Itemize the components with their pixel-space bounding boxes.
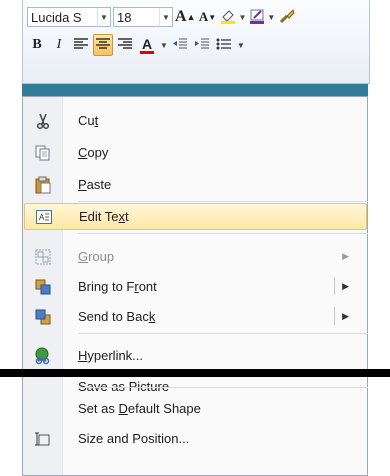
menu-item-group[interactable]: Group ▶ bbox=[24, 243, 367, 270]
bold-button[interactable]: B bbox=[27, 34, 47, 56]
font-size-value: 18 bbox=[117, 9, 132, 25]
context-menu: Cut Copy Paste A Edit Text Group ▶ Bring… bbox=[22, 96, 368, 476]
clipboard-icon bbox=[24, 176, 62, 194]
bring-to-front-icon bbox=[24, 279, 62, 295]
menu-item-hyperlink[interactable]: Hyperlink... bbox=[24, 342, 367, 369]
menu-item-set-default-shape[interactable]: Set as Default Shape bbox=[24, 395, 367, 422]
send-to-back-icon bbox=[24, 309, 62, 325]
grow-font-icon: A bbox=[175, 8, 187, 25]
decrease-indent-icon bbox=[172, 37, 188, 54]
menu-separator bbox=[78, 201, 368, 202]
paintbrush-icon bbox=[278, 7, 296, 28]
font-name-value: Lucida S bbox=[31, 9, 82, 25]
chevron-down-icon[interactable]: ▼ bbox=[159, 8, 172, 26]
edit-text-icon: A bbox=[25, 209, 63, 224]
menu-item-label: Group bbox=[78, 249, 115, 264]
menu-item-label: Set as Default Shape bbox=[78, 401, 201, 416]
increase-indent-button[interactable] bbox=[192, 34, 212, 56]
menu-item-label: Bring to Front bbox=[78, 279, 157, 294]
chevron-down-icon[interactable]: ▼ bbox=[97, 8, 110, 26]
submenu-arrow-icon[interactable]: ▶ bbox=[342, 281, 349, 292]
chevron-down-icon[interactable]: ▼ bbox=[237, 41, 245, 50]
submenu-arrow-icon[interactable]: ▶ bbox=[342, 311, 349, 322]
menu-item-label: Hyperlink... bbox=[78, 348, 144, 363]
menu-item-paste[interactable]: Paste bbox=[24, 171, 367, 198]
menu-item-label: Paste bbox=[78, 177, 112, 192]
align-left-icon bbox=[73, 37, 89, 54]
scissors-icon bbox=[24, 113, 62, 129]
size-position-icon bbox=[24, 431, 62, 447]
italic-button[interactable]: I bbox=[49, 34, 69, 56]
menu-item-bring-to-front[interactable]: Bring to Front ▶ bbox=[24, 273, 367, 300]
split-separator bbox=[334, 307, 335, 325]
align-right-button[interactable] bbox=[115, 34, 135, 56]
font-color-icon: A bbox=[141, 35, 153, 52]
split-separator bbox=[334, 277, 335, 295]
align-center-button[interactable] bbox=[93, 34, 113, 56]
bullets-icon bbox=[216, 37, 232, 54]
shrink-font-icon: A bbox=[198, 9, 209, 24]
menu-separator bbox=[78, 387, 368, 388]
menu-item-label: Edit Text bbox=[79, 209, 129, 224]
align-left-button[interactable] bbox=[71, 34, 91, 56]
hyperlink-icon bbox=[24, 347, 62, 365]
pen-icon bbox=[248, 7, 266, 28]
font-name-combo[interactable]: Lucida S ▼ bbox=[27, 7, 111, 27]
align-right-icon bbox=[117, 37, 133, 54]
italic-icon: I bbox=[56, 37, 62, 52]
menu-item-copy[interactable]: Copy bbox=[24, 139, 367, 166]
menu-item-label: Size and Position... bbox=[78, 431, 190, 446]
font-color-button[interactable]: A bbox=[137, 34, 157, 56]
menu-item-label: Cut bbox=[78, 113, 99, 128]
submenu-arrow-icon: ▶ bbox=[342, 251, 349, 261]
decrease-indent-button[interactable] bbox=[170, 34, 190, 56]
divider-bar bbox=[0, 369, 390, 377]
menu-separator bbox=[78, 233, 368, 234]
bold-icon: B bbox=[32, 37, 42, 52]
highlight-color-button[interactable]: ▼ bbox=[219, 6, 246, 28]
menu-separator bbox=[78, 333, 368, 334]
group-icon bbox=[24, 249, 62, 265]
font-size-combo[interactable]: 18 ▼ bbox=[113, 7, 173, 27]
mini-toolbar: Lucida S ▼ 18 ▼ A ▲ A ▼ ▼ ▼ B I A ▼ ▼ bbox=[22, 0, 370, 84]
chevron-down-icon[interactable]: ▼ bbox=[267, 13, 275, 22]
pen-color-button[interactable]: ▼ bbox=[248, 6, 275, 28]
font-color-bar bbox=[140, 50, 154, 54]
bullets-button[interactable] bbox=[214, 34, 234, 56]
copy-icon bbox=[24, 145, 62, 161]
align-center-icon bbox=[95, 37, 111, 54]
grow-font-button[interactable]: A ▲ bbox=[175, 6, 195, 28]
menu-item-size-and-position[interactable]: Size and Position... bbox=[24, 425, 367, 452]
right-margin bbox=[368, 0, 390, 459]
chevron-down-icon[interactable]: ▼ bbox=[160, 41, 168, 50]
menu-item-send-to-back[interactable]: Send to Back ▶ bbox=[24, 303, 367, 330]
highlighter-icon bbox=[219, 7, 237, 28]
increase-indent-icon bbox=[194, 37, 210, 54]
svg-text:A: A bbox=[39, 213, 45, 222]
menu-item-label: Send to Back bbox=[78, 309, 156, 324]
menu-item-cut[interactable]: Cut bbox=[24, 107, 367, 134]
format-painter-button[interactable] bbox=[277, 6, 297, 28]
shrink-font-button[interactable]: A ▼ bbox=[197, 6, 217, 28]
menu-item-edit-text[interactable]: A Edit Text bbox=[24, 203, 367, 230]
chevron-down-icon[interactable]: ▼ bbox=[238, 13, 246, 22]
left-margin bbox=[0, 0, 22, 459]
menu-item-label: Copy bbox=[78, 145, 109, 160]
